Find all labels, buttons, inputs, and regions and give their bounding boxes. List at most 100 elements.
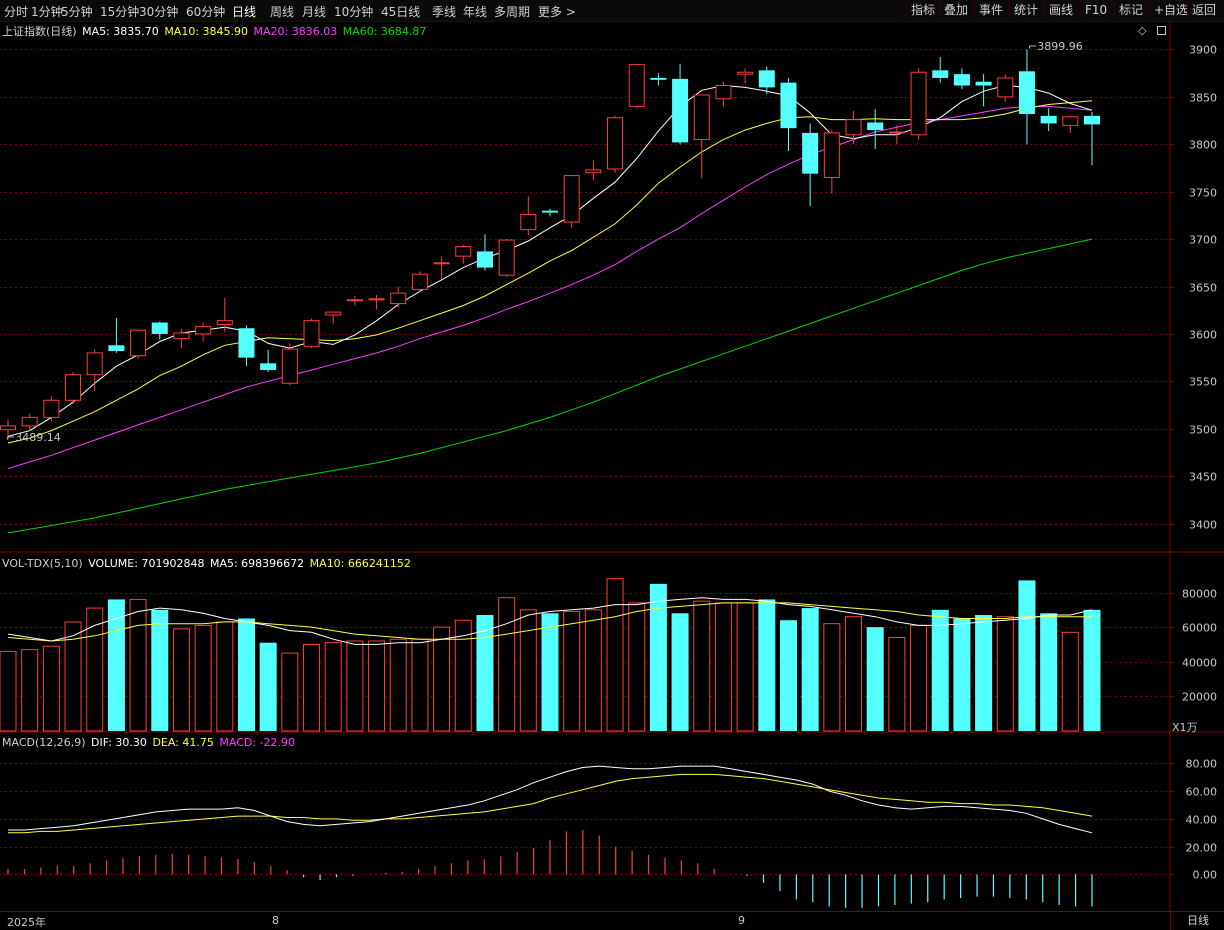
chart-canvas[interactable]: 3400 3450 3500 3550 3600 3650 3700 3750 3800 3850…: [0, 0, 1224, 929]
volume-bar-down: [1018, 580, 1036, 731]
volume-bar-up: [519, 609, 537, 732]
price-tick-label: 3400: [1189, 519, 1217, 532]
candle-body-down: [151, 322, 168, 334]
volume-bar-up: [498, 597, 516, 732]
macd-tick-label: 60.00: [1186, 786, 1218, 799]
candle-body-up: [888, 131, 905, 134]
candle-body-down: [867, 122, 884, 131]
ma10-line: [7, 100, 1093, 444]
volume-bar-down: [259, 642, 277, 731]
candle-body-up: [390, 292, 407, 305]
volume-bar-up: [21, 649, 39, 732]
volume-bar-up: [42, 645, 60, 732]
candle-body-up: [455, 246, 472, 257]
main-series-layer: [0, 49, 1100, 534]
candle-body-up: [173, 332, 190, 340]
candle-body-up: [411, 273, 428, 290]
candle-body-up: [563, 175, 580, 223]
volume-bar-up: [389, 638, 407, 732]
dea-label: DEA: 41.75: [152, 736, 214, 749]
vol-ma5-label: MA5: 698396672: [209, 557, 305, 570]
candle-body-up: [65, 374, 82, 401]
ma5-label: MA5: 3835.70: [82, 25, 159, 38]
volume-bar-up: [346, 640, 364, 732]
volume-bar-up: [368, 640, 386, 732]
volume-bar-up: [172, 628, 190, 732]
candle-body-down: [672, 78, 689, 143]
candle-body-up: [325, 311, 342, 316]
volume-bar-down: [931, 609, 949, 731]
high-annotation: ⌐3899.96: [1028, 40, 1083, 53]
candle-body-down: [260, 363, 277, 370]
volume-bar-down: [541, 613, 559, 731]
high-arrow-icon: ⌐: [1028, 40, 1038, 53]
volume-bar-up: [628, 602, 646, 732]
candle-body-up: [303, 320, 320, 347]
volume-header: VOL-TDX(5,10) VOLUME: 701902848 MA5: 698…: [2, 557, 413, 570]
candle-body-up: [693, 94, 710, 141]
volume-bar-up: [303, 643, 321, 732]
volume-bar-up: [194, 624, 212, 732]
time-axis-bar: 2025年 8 9 日线: [0, 911, 1224, 930]
main-header: 上证指数(日线) MA5: 3835.70 MA10: 3845.90 MA20…: [2, 23, 428, 39]
price-tick-label: 3900: [1189, 44, 1217, 57]
candle-body-down: [108, 345, 125, 351]
volume-bar-down: [1040, 613, 1058, 731]
ma20-label: MA20: 3836.03: [253, 25, 338, 38]
volume-bar-down: [107, 599, 125, 731]
price-tick-label: 3600: [1189, 329, 1217, 342]
macd-value-label: MACD: -22.90: [219, 736, 296, 749]
price-tick-label: 3850: [1189, 92, 1217, 105]
candle-body-down: [650, 77, 667, 80]
volume-bar-up: [433, 626, 451, 732]
candle-body-up: [498, 239, 515, 276]
diamond-icon[interactable]: ◇: [1138, 24, 1146, 37]
volume-bar-down: [953, 618, 971, 731]
volume-bar-down: [758, 599, 776, 731]
low-arrow-icon: ⌐: [6, 431, 16, 444]
volume-tick-label: 80000: [1182, 588, 1217, 601]
dif-label: DIF: 30.30: [91, 736, 147, 749]
candle-body-up: [997, 77, 1014, 98]
candle-body-up: [130, 329, 147, 357]
macd-tick-label: 20.00: [1186, 842, 1218, 855]
volume-bar-up: [823, 623, 841, 732]
candle-body-down: [975, 81, 992, 86]
volume-bar-up: [584, 609, 602, 732]
candle-body-up: [86, 352, 103, 376]
macd-series-layer: [7, 765, 1093, 908]
volume-bar-down: [671, 613, 689, 731]
period-indicator[interactable]: 日线: [1170, 912, 1224, 930]
volume-bar-down: [237, 618, 255, 731]
candle-body-up: [0, 425, 16, 431]
candle-body-up: [910, 71, 927, 136]
macd-header: MACD(12,26,9) DIF: 30.30 DEA: 41.75 MACD…: [2, 736, 297, 749]
macd-tick-label: 80.00: [1186, 758, 1218, 771]
candle-body-up: [346, 299, 363, 302]
candle-body-down: [758, 70, 775, 88]
candle-body-down: [780, 82, 797, 129]
small-square-icon[interactable]: [1157, 26, 1166, 35]
macd-tick-label: 0.00: [1193, 869, 1218, 882]
price-tick-label: 3750: [1189, 187, 1217, 200]
price-tick-label: 3550: [1189, 376, 1217, 389]
high-value: 3899.96: [1037, 40, 1083, 53]
volume-bar-up: [888, 637, 906, 732]
volume-bar-up: [129, 598, 147, 732]
volume-bar-up: [910, 624, 928, 732]
candle-body-down: [1040, 115, 1057, 124]
macd-name: MACD(12,26,9): [2, 736, 86, 749]
candle-body-down: [1018, 71, 1035, 114]
volume-series-layer: [0, 578, 1101, 732]
candle-body-up: [628, 64, 645, 107]
volume-bar-down: [649, 583, 667, 731]
volume-bar-up: [216, 621, 234, 732]
candle-body-down: [932, 70, 949, 78]
low-annotation: ⌐3489.14: [6, 431, 61, 444]
candle-body-up: [607, 117, 624, 170]
volume-bar-up: [1061, 631, 1079, 732]
price-tick-label: 3650: [1189, 282, 1217, 295]
price-tick-label: 3450: [1189, 471, 1217, 484]
volume-bar-up: [714, 602, 732, 732]
candle-body-up: [368, 298, 385, 301]
